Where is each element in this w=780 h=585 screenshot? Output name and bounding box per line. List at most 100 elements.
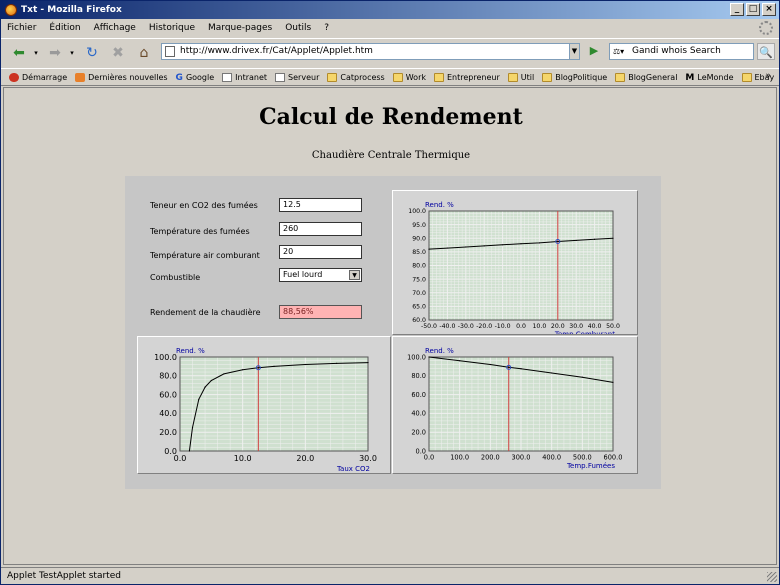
- bookmark-item[interactable]: Entrepreneur: [434, 72, 500, 82]
- bookmark-item[interactable]: Démarrage: [9, 72, 68, 82]
- menu-marque-pages[interactable]: Marque-pages: [208, 20, 272, 37]
- y-axis-label: Rend. %: [425, 201, 454, 209]
- feed-icon: [75, 72, 86, 82]
- x-tick-label: 200.0: [481, 454, 500, 462]
- temp-fumees-input[interactable]: 260: [279, 222, 362, 236]
- search-engine-icon[interactable]: ⚖▾: [613, 46, 627, 57]
- search-input[interactable]: ⚖▾ Gandi whois Search: [609, 43, 754, 60]
- data-point: [520, 243, 522, 245]
- menu-edition[interactable]: Édition: [49, 20, 80, 37]
- go-icon[interactable]: ▶: [587, 44, 601, 59]
- back-arrow-icon[interactable]: ⬅: [7, 43, 31, 63]
- menu-outils[interactable]: Outils: [285, 20, 311, 37]
- bookmark-item[interactable]: M LeMonde: [685, 73, 733, 83]
- home-icon[interactable]: ⌂: [133, 43, 155, 63]
- search-icon[interactable]: 🔍: [757, 43, 775, 60]
- bookmark-item[interactable]: Catprocess: [327, 72, 385, 82]
- bookmark-item[interactable]: Work: [392, 72, 426, 82]
- data-point: [459, 360, 461, 362]
- y-axis-label: Rend. %: [425, 347, 454, 355]
- firefox-icon: [5, 4, 17, 16]
- stop-icon[interactable]: ✖: [107, 43, 129, 63]
- bookmark-item[interactable]: BlogGeneral: [615, 72, 678, 82]
- combustible-select[interactable]: Fuel lourd ▼: [279, 268, 362, 282]
- y-tick-label: 100.0: [408, 208, 426, 215]
- y-tick-label: 40.0: [159, 409, 177, 418]
- menu-help[interactable]: ?: [324, 20, 329, 37]
- resize-grip-icon[interactable]: [767, 572, 777, 582]
- bookmark-label: Ebay: [754, 72, 775, 82]
- reload-icon[interactable]: ↻: [81, 43, 103, 63]
- bookmark-item[interactable]: BlogPolitique: [542, 72, 608, 82]
- data-point: [612, 381, 614, 383]
- x-tick-label: 50.0: [606, 323, 620, 330]
- bookmark-item[interactable]: Intranet: [222, 72, 267, 82]
- folder-icon: [615, 72, 626, 82]
- bookmark-label: Work: [405, 72, 426, 82]
- x-tick-label: 600.0: [604, 454, 623, 462]
- data-point: [575, 239, 577, 242]
- y-tick-label: 0.0: [416, 447, 427, 455]
- back-dropdown-icon[interactable]: ▾: [31, 43, 41, 63]
- folder-icon: [434, 72, 444, 82]
- menu-historique[interactable]: Historique: [149, 20, 195, 37]
- folder-icon: [741, 72, 752, 82]
- bookmark-label: Démarrage: [22, 72, 68, 82]
- bookmark-label: BlogGeneral: [628, 72, 678, 82]
- data-point: [557, 240, 559, 243]
- data-point: [188, 450, 190, 452]
- y-tick-label: 100.0: [407, 353, 426, 361]
- url-bar[interactable]: http://www.drivex.fr/Cat/Applet/Applet.h…: [161, 43, 580, 60]
- data-point: [446, 247, 448, 249]
- page-icon: [275, 72, 286, 82]
- bookmark-item[interactable]: G Google: [175, 72, 215, 83]
- x-tick-label: 300.0: [512, 454, 531, 462]
- y-tick-label: 65.0: [412, 304, 426, 311]
- co2-input[interactable]: 12.5: [279, 198, 362, 212]
- menu-affichage[interactable]: Affichage: [94, 20, 136, 37]
- throbber-icon: [759, 21, 773, 35]
- status-bar: Applet TestApplet started: [1, 567, 779, 584]
- status-text: Applet TestApplet started: [7, 571, 121, 581]
- x-tick-label: 40.0: [588, 323, 602, 330]
- forward-arrow-icon[interactable]: ➡: [43, 43, 67, 63]
- data-point: [304, 363, 306, 366]
- minimize-button[interactable]: _: [730, 3, 744, 16]
- data-point: [520, 368, 522, 370]
- bookmark-label: Dernières nouvelles: [88, 72, 168, 82]
- y-tick-label: 75.0: [412, 276, 426, 283]
- folder-icon: [327, 72, 338, 82]
- close-button[interactable]: ×: [762, 3, 776, 16]
- bookmarks-toolbar: Démarrage Dernières nouvelles G Google Intra…: [1, 68, 779, 86]
- data-point: [191, 426, 194, 429]
- y-tick-label: 80.0: [412, 263, 426, 270]
- data-point: [367, 362, 369, 364]
- google-icon: G: [175, 72, 183, 83]
- data-point: [257, 367, 259, 369]
- bookmark-label: Serveur: [288, 72, 320, 82]
- url-dropdown-icon[interactable]: ▼: [569, 44, 579, 59]
- data-point: [538, 242, 540, 244]
- maximize-button[interactable]: □: [746, 3, 760, 16]
- chart-fumees: 0.0 100.0 200.0 300.0 400.0 500.0 600.00.020.0…: [407, 347, 623, 470]
- y-tick-label: 85.0: [412, 249, 426, 256]
- bookmark-label: BlogPolitique: [555, 72, 608, 82]
- bookmark-item[interactable]: Dernières nouvelles: [75, 72, 168, 82]
- chart-co2: 0.0 10.0 20.0 30.00.020.040.060.080.0100.0R…: [154, 347, 377, 473]
- search-text: Gandi whois Search: [632, 46, 721, 56]
- x-tick-label: 20.0: [296, 454, 314, 463]
- x-tick-label: 10.0: [234, 454, 252, 463]
- bookmark-item[interactable]: Serveur: [275, 72, 320, 82]
- temp-air-input[interactable]: 20: [279, 245, 362, 259]
- chart-fumees-panel: 0.0 100.0 200.0 300.0 400.0 500.0 600.0 0.0 20.0…: [392, 336, 638, 474]
- menu-fichier[interactable]: Fichier: [7, 20, 36, 37]
- data-point: [428, 356, 430, 358]
- bookmarks-overflow-icon[interactable]: »: [765, 71, 771, 81]
- page-icon: [165, 46, 175, 57]
- x-tick-label: 30.0: [569, 323, 583, 330]
- forward-dropdown-icon[interactable]: ▾: [67, 43, 77, 63]
- x-tick-label: -50.0: [421, 323, 437, 330]
- bookmark-label: Entrepreneur: [447, 72, 500, 82]
- bookmark-item[interactable]: Util: [507, 72, 534, 82]
- chevron-down-icon[interactable]: ▼: [349, 270, 360, 280]
